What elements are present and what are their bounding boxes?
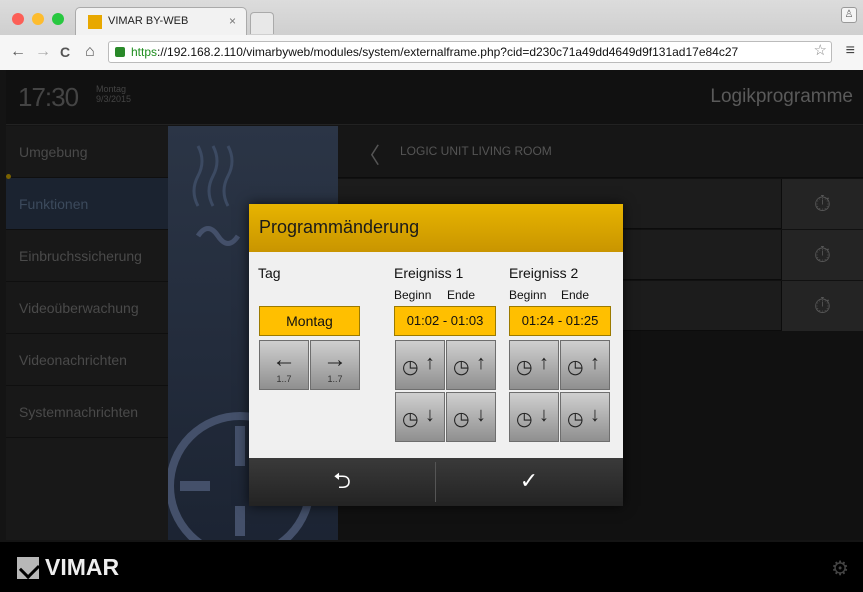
dialog-footer: ⮌ ✓ — [249, 458, 623, 506]
program-change-dialog: Programmänderung Tag Montag ← 1..7 → 1..… — [249, 204, 623, 506]
arrow-up-icon: ↑ — [539, 352, 549, 374]
app-footer: VIMAR ⚙ — [0, 542, 863, 592]
sidebar: Umgebung Funktionen Einbruchssicherung V… — [6, 126, 168, 540]
back-chevron-icon[interactable]: 〈 — [358, 138, 380, 170]
event2-label: Ereigniss 2 — [509, 265, 579, 281]
next-day-button[interactable]: → 1..7 — [310, 340, 360, 390]
sidebar-item-einbruchssicherung[interactable]: Einbruchssicherung — [6, 230, 168, 282]
event1-start-up-button[interactable]: ◷ ↑ — [395, 340, 445, 390]
url-scheme: https — [131, 45, 158, 59]
notification-dot — [6, 174, 11, 179]
brand-name: VIMAR — [45, 554, 120, 580]
vimar-logo-icon — [17, 557, 39, 579]
tab-title: VIMAR BY-WEB — [108, 15, 189, 27]
checkmark-icon: ✓ — [519, 468, 539, 493]
clock-icon: ◷ — [567, 409, 584, 430]
arrow-up-icon: ↑ — [590, 352, 600, 374]
clock-icon: ◷ — [516, 357, 533, 378]
event2-start-up-button[interactable]: ◷ ↑ — [509, 340, 559, 390]
event2-start-label: Beginn — [509, 288, 547, 302]
arrow-down-icon: ↓ — [425, 404, 435, 426]
arrow-up-icon: ↑ — [425, 352, 435, 374]
day-label: Tag — [258, 265, 281, 281]
event1-end-up-button[interactable]: ◷ ↑ — [446, 340, 496, 390]
bookmark-star-icon[interactable]: ☆ — [814, 42, 827, 61]
arrow-down-icon: ↓ — [539, 404, 549, 426]
app-header: 17:30 Montag 9/3/2015 Logikprogramme — [6, 70, 863, 125]
settings-gear-icon[interactable]: ⚙ — [831, 556, 849, 581]
clock-icon: ◷ — [516, 409, 533, 430]
close-window-icon[interactable] — [12, 13, 24, 25]
browser-menu-icon[interactable]: ≡ — [846, 42, 855, 60]
clock-icon: ◷ — [453, 409, 470, 430]
day-selector[interactable]: Montag — [259, 306, 360, 336]
timer-edit-icon[interactable]: ⏱ — [781, 281, 863, 331]
day-range-label: 1..7 — [276, 374, 292, 384]
browser-toolbar: ← → C ⌂ https://192.168.2.110/vimarbyweb… — [0, 35, 863, 70]
arrow-down-icon: ↓ — [590, 404, 600, 426]
confirm-button[interactable]: ✓ — [436, 458, 622, 506]
sidebar-item-funktionen[interactable]: Funktionen — [6, 178, 168, 230]
day-range-label: 1..7 — [327, 374, 343, 384]
minimize-window-icon[interactable] — [32, 13, 44, 25]
event2-end-down-button[interactable]: ◷ ↓ — [560, 392, 610, 442]
arrow-right-icon: → — [323, 346, 347, 373]
clock-date: Montag 9/3/2015 — [96, 84, 131, 104]
lock-icon — [115, 47, 125, 57]
vimar-favicon-icon — [88, 15, 102, 29]
previous-day-button[interactable]: ← 1..7 — [259, 340, 309, 390]
panel-title: LOGIC UNIT LIVING ROOM — [400, 144, 552, 158]
event1-time-range[interactable]: 01:02 - 01:03 — [394, 306, 496, 336]
back-icon[interactable]: ← — [10, 43, 26, 61]
timer-edit-icon[interactable]: ⏱ — [781, 230, 863, 280]
event1-start-down-button[interactable]: ◷ ↓ — [395, 392, 445, 442]
event2-end-up-button[interactable]: ◷ ↑ — [560, 340, 610, 390]
browser-tab[interactable]: VIMAR BY-WEB × — [75, 7, 247, 35]
event1-label: Ereigniss 1 — [394, 265, 464, 281]
tab-strip: VIMAR BY-WEB × ♙ — [0, 0, 863, 35]
sidebar-item-umgebung[interactable]: Umgebung — [6, 126, 168, 178]
home-icon[interactable]: ⌂ — [85, 43, 95, 61]
dialog-body: Tag Montag ← 1..7 → 1..7 Ereigniss 1 Beg… — [249, 252, 623, 458]
return-icon: ⮌ — [333, 468, 351, 493]
maximize-window-icon[interactable] — [52, 13, 64, 25]
sidebar-item-videonachrichten[interactable]: Videonachrichten — [6, 334, 168, 386]
address-bar[interactable]: https://192.168.2.110/vimarbyweb/modules… — [108, 41, 832, 63]
sidebar-item-videoueberwachung[interactable]: Videoüberwachung — [6, 282, 168, 334]
page-title: Logikprogramme — [710, 86, 853, 107]
timer-edit-icon[interactable]: ⏱ — [781, 179, 863, 229]
event2-end-label: Ende — [561, 288, 590, 302]
new-tab-button[interactable] — [250, 12, 274, 34]
event1-start-label: Beginn — [394, 288, 432, 302]
event1-end-down-button[interactable]: ◷ ↓ — [446, 392, 496, 442]
event2-start-down-button[interactable]: ◷ ↓ — [509, 392, 559, 442]
cancel-button[interactable]: ⮌ — [249, 458, 435, 506]
browser-chrome: VIMAR BY-WEB × ♙ ← → C ⌂ https://192.168… — [0, 0, 863, 70]
day-name: Montag — [96, 84, 127, 94]
clock-icon: ◷ — [567, 357, 584, 378]
clock-time: 17:30 — [18, 82, 79, 112]
dialog-title: Programmänderung — [249, 204, 623, 252]
breadcrumb: 〈 LOGIC UNIT LIVING ROOM — [338, 126, 863, 178]
arrow-up-icon: ↑ — [476, 352, 486, 374]
event2-time-range[interactable]: 01:24 - 01:25 — [509, 306, 611, 336]
clock-icon: ◷ — [402, 357, 419, 378]
date-value: 9/3/2015 — [96, 94, 132, 104]
arrow-left-icon: ← — [272, 346, 296, 373]
sidebar-item-systemnachrichten[interactable]: Systemnachrichten — [6, 386, 168, 438]
clock-icon: ◷ — [402, 409, 419, 430]
forward-icon[interactable]: → — [35, 43, 51, 61]
tab-close-icon[interactable]: × — [229, 14, 236, 28]
event1-end-label: Ende — [447, 288, 476, 302]
url-path: ://192.168.2.110/vimarbyweb/modules/syst… — [157, 45, 739, 59]
profile-icon[interactable]: ♙ — [841, 7, 857, 23]
reload-icon[interactable]: C — [60, 43, 70, 61]
arrow-down-icon: ↓ — [476, 404, 486, 426]
clock-icon: ◷ — [453, 357, 470, 378]
